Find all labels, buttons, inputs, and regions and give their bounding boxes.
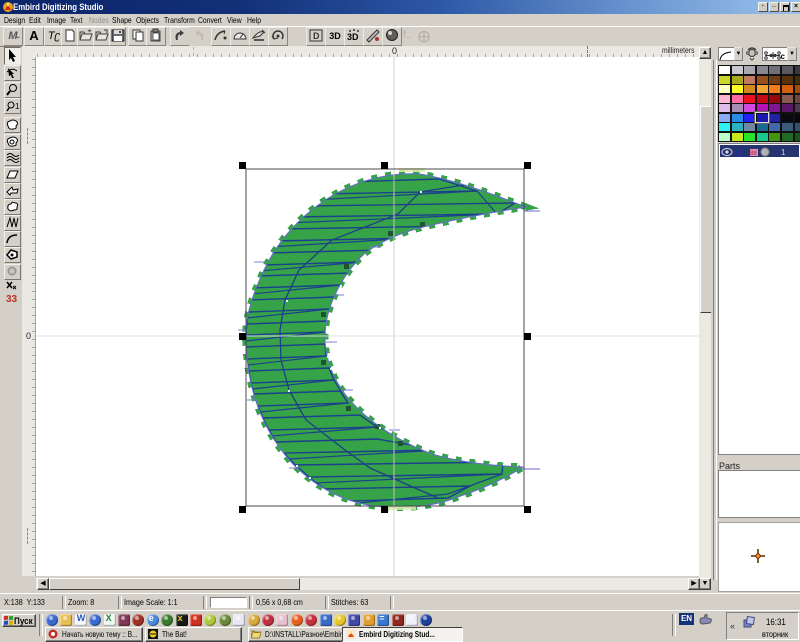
svg-text:88: 88 xyxy=(750,151,757,157)
svg-text:3D: 3D xyxy=(347,32,359,42)
svg-text:1: 1 xyxy=(15,102,20,111)
svg-text:D: D xyxy=(313,31,320,41)
svg-text:c: c xyxy=(781,52,786,61)
svg-text:1: 1 xyxy=(781,148,786,157)
